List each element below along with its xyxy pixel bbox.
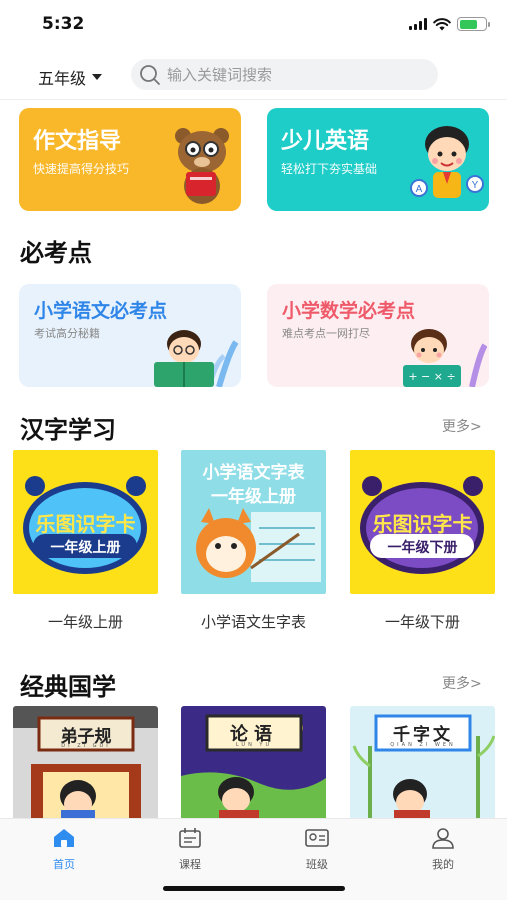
tab-label: 首页 <box>53 858 75 871</box>
key-points-title: 小学数学必考点 <box>282 300 416 322</box>
caret-down-icon <box>92 74 103 80</box>
more-link-classics[interactable]: 更多> <box>442 673 482 693</box>
banner-composition[interactable]: 作文指导 快速提高得分技巧 <box>19 108 241 211</box>
svg-text:A: A <box>416 184 423 195</box>
search-box[interactable] <box>131 59 438 90</box>
tab-courses[interactable]: 课程 <box>150 827 230 872</box>
key-points-math[interactable]: 小学数学必考点 难点考点一网打尽 + − × ÷ <box>267 284 489 387</box>
banner-title: 少儿英语 <box>281 129 370 154</box>
book-cover-tag: 一年级下册 <box>387 540 458 556</box>
home-icon <box>54 829 74 847</box>
book-cover-tag: 一年级上册 <box>211 487 296 507</box>
key-points-title: 小学语文必考点 <box>34 300 168 322</box>
tab-class[interactable]: 班级 <box>277 827 357 872</box>
key-points-subtitle: 考试高分秘籍 <box>34 327 100 340</box>
status-bar: 5:32 <box>0 0 507 50</box>
book-cover-grade1-down[interactable]: 乐图识字卡 一年级下册 <box>350 450 495 594</box>
tab-label: 我的 <box>432 858 454 871</box>
math-girl-illustration: + − × ÷ <box>403 329 487 387</box>
calendar-icon <box>179 828 201 848</box>
classic-book-qianziwen[interactable]: 千字文 QIAN ZI WEN <box>350 706 495 821</box>
classic-book-lunyu[interactable]: 论语 LUN YU <box>181 706 326 821</box>
book-cover-char-table[interactable]: 小学语文字表 一年级上册 <box>181 450 326 594</box>
signal-icon <box>409 18 427 30</box>
svg-text:Y: Y <box>472 180 479 191</box>
book-cover-title: 乐图识字卡 <box>372 512 473 536</box>
book-caption: 一年级上册 <box>47 613 123 631</box>
bear-teacher-illustration <box>175 128 229 204</box>
battery-level <box>459 19 477 29</box>
search-input[interactable] <box>167 65 417 84</box>
section-title-hanzi: 汉字学习 <box>20 416 116 444</box>
user-icon <box>432 828 454 849</box>
battery-icon <box>457 17 490 31</box>
banner-subtitle: 快速提高得分技巧 <box>33 162 130 176</box>
section-title-must-test: 必考点 <box>20 239 92 267</box>
book-cover-grade1-up[interactable]: 乐图识字卡 一年级上册 <box>13 450 158 594</box>
status-time: 5:32 <box>42 14 85 34</box>
boy-illustration: A Y <box>410 126 484 198</box>
home-indicator <box>163 886 345 891</box>
tab-label: 课程 <box>179 858 201 871</box>
tab-me[interactable]: 我的 <box>403 827 483 872</box>
banner-subtitle: 轻松打下夯实基础 <box>281 162 378 176</box>
key-points-subtitle: 难点考点一网打尽 <box>282 327 370 340</box>
grade-label: 五年级 <box>38 69 87 88</box>
reading-boy-illustration <box>154 330 239 387</box>
section-title-classics: 经典国学 <box>20 673 116 701</box>
book-cover-title: 小学语文字表 <box>202 463 305 483</box>
id-card-icon <box>305 829 329 847</box>
tab-label: 班级 <box>306 858 328 871</box>
book-caption: 小学语文生字表 <box>200 613 306 631</box>
classic-book-pinyin: DI ZI GUI <box>61 743 111 749</box>
classic-book-pinyin: LUN YU <box>235 742 273 748</box>
wifi-icon <box>433 17 451 30</box>
grade-selector[interactable]: 五年级 <box>38 65 103 89</box>
book-caption: 一年级下册 <box>384 613 460 631</box>
more-link-hanzi[interactable]: 更多> <box>442 416 482 436</box>
key-points-chinese[interactable]: 小学语文必考点 考试高分秘籍 <box>19 284 241 387</box>
banner-english[interactable]: 少儿英语 轻松打下夯实基础 A Y <box>267 108 489 211</box>
classic-book-dizigui[interactable]: 弟子规 DI ZI GUI <box>13 706 158 821</box>
classic-book-pinyin: QIAN ZI WEN <box>390 742 456 748</box>
top-bar: 五年级 <box>0 50 507 100</box>
status-icons <box>409 17 490 31</box>
search-icon <box>140 64 160 85</box>
tab-home[interactable]: 首页 <box>24 827 104 872</box>
banner-title: 作文指导 <box>33 129 122 154</box>
book-cover-title: 乐图识字卡 <box>35 512 136 536</box>
book-cover-tag: 一年级上册 <box>50 540 121 556</box>
svg-text:+ − × ÷: + − × ÷ <box>408 370 455 383</box>
